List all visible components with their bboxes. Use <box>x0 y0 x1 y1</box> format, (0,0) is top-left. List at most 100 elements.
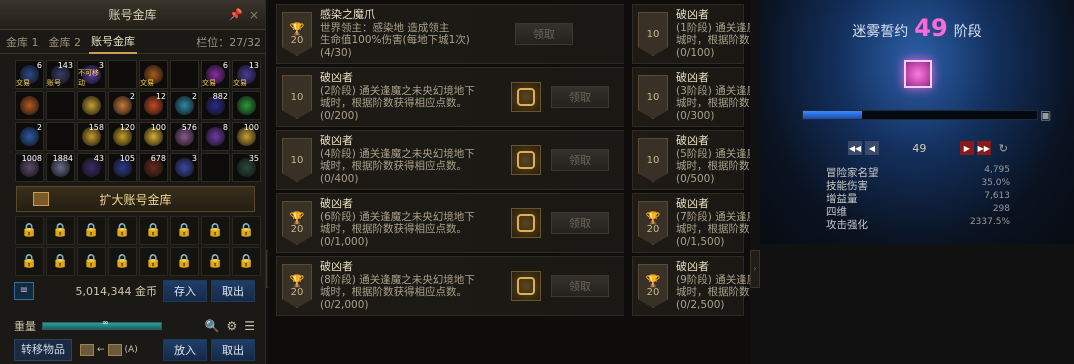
achievement-row: 10 破凶者 (2阶段) 通关逢魔之未央幻境地下 城时，根据阶数获得相应点数。 (0/2… <box>276 67 626 127</box>
expand-storage-button[interactable]: 扩大账号金库 <box>16 186 255 212</box>
item-slot[interactable] <box>201 153 230 182</box>
item-slot[interactable]: 3 <box>170 153 199 182</box>
item-slot[interactable]: 882 <box>201 91 230 120</box>
item-slot[interactable]: 6 交易 <box>201 60 230 89</box>
item-slot[interactable]: 13 交易 <box>232 60 261 89</box>
reward-emblem-icon <box>511 208 541 238</box>
item-count: 100 <box>150 123 166 132</box>
tab-storage-1[interactable]: 金库 1 <box>4 31 41 53</box>
item-count: 105 <box>119 154 135 163</box>
level-value: 49 <box>912 141 927 155</box>
item-slot[interactable]: 100 <box>139 122 168 151</box>
achievement-line: 城时，根据阶数获得相应点数。 <box>676 160 750 172</box>
stat-row: 冒险家名望 4,795 <box>826 165 1010 179</box>
item-icon <box>20 96 39 115</box>
item-slot[interactable]: 576 <box>170 122 199 151</box>
swap-control[interactable]: ← (A) <box>80 344 138 356</box>
item-slot[interactable] <box>15 91 44 120</box>
item-slot[interactable]: 2 <box>108 91 137 120</box>
item-slot[interactable]: 120 <box>108 122 137 151</box>
achievement-text: 感染之魔爪 世界领主：感染地 造成领主 生命值100%伤害(每地下城1次) (4/30… <box>320 8 505 59</box>
item-slot[interactable]: 143 账号 <box>46 60 75 89</box>
achievement-line: (0/200) <box>320 109 359 122</box>
item-slot[interactable]: 1884 <box>46 153 75 182</box>
achievement-row: 🏆 20 感染之魔爪 世界领主：感染地 造成领主 生命值100%伤害(每地下城1次) (4… <box>276 4 626 315</box>
item-slot[interactable] <box>232 91 261 120</box>
item-slot[interactable]: 43 <box>77 153 106 182</box>
item-slot[interactable]: 2 <box>15 122 44 151</box>
achievement-line: 城时，根据阶数获得相应点数。 <box>320 286 467 298</box>
stat-value: 298 <box>992 204 1010 214</box>
item-slot[interactable]: 2 <box>170 91 199 120</box>
close-icon[interactable]: × <box>249 0 259 30</box>
claim-button[interactable]: 领取 <box>551 212 609 234</box>
claim-button[interactable]: 领取 <box>515 23 573 45</box>
storage-icon[interactable]: ≡ <box>14 282 34 300</box>
achievement-line: 城时，根据阶数获得相应点数。 <box>320 97 467 109</box>
search-icon[interactable]: 🔍 <box>205 319 220 333</box>
item-slot[interactable] <box>170 60 199 89</box>
item-tag: 不可移动 <box>78 69 99 87</box>
achievement-text: 破凶者 (2阶段) 通关逢魔之未央幻境地下 城时，根据阶数获得相应点数。 (0/200… <box>320 71 505 122</box>
achievement-text: 破凶者 (8阶段) 通关逢魔之未央幻境地下 城时，根据阶数获得相应点数。 (0/2,0… <box>320 260 505 311</box>
achievement-row: 🏆 20 破凶者 (8阶段) 通关逢魔之未央幻境地下 城时，根据阶数获得相应点数。 (0/… <box>276 256 626 316</box>
item-slot[interactable] <box>46 91 75 120</box>
item-slot[interactable]: 交易 <box>139 60 168 89</box>
item-slot[interactable]: 3 不可移动 <box>77 60 106 89</box>
item-slot[interactable] <box>46 122 75 151</box>
trophy-icon: 🏆 <box>645 210 661 225</box>
item-slot[interactable]: 12 <box>139 91 168 120</box>
achievement-row: 10 破凶者(3阶段) 通关逢魔之未央幻境地下城时，根据阶数获得相应点数。(0/3… <box>632 67 750 127</box>
achievement-text: 破凶者(7阶段) 通关逢魔之未央幻境地下城时，根据阶数获得相应点数。(0/1,5… <box>676 197 750 248</box>
item-slot[interactable] <box>77 91 106 120</box>
first-level-button[interactable]: ◀◀ <box>848 141 862 155</box>
withdraw-button[interactable]: 取出 <box>211 280 255 302</box>
oath-stats: 冒险家名望 4,795 技能伤害 35.0% 增益量 7,613 四维 298 攻击强化 2337… <box>826 165 1010 231</box>
tab-storage-2[interactable]: 金库 2 <box>47 31 84 53</box>
item-slot[interactable]: 678 <box>139 153 168 182</box>
achievement-title: 破凶者 <box>320 197 353 210</box>
item-count: 13 <box>248 61 259 70</box>
item-slot[interactable]: 100 <box>232 122 261 151</box>
claim-button[interactable]: 领取 <box>551 86 609 108</box>
achievement-line: (0/500) <box>676 172 715 185</box>
claim-button[interactable]: 领取 <box>551 275 609 297</box>
list-icon[interactable]: ☰ <box>244 319 255 333</box>
badge-points: 10 <box>646 91 660 103</box>
achievement-title: 感染之魔爪 <box>320 8 375 21</box>
item-slot[interactable]: 158 <box>77 122 106 151</box>
refresh-icon[interactable]: ↻ <box>999 142 1008 155</box>
transfer-items-button[interactable]: 转移物品 <box>14 339 72 361</box>
item-slot[interactable]: 35 <box>232 153 261 182</box>
tab-account-storage[interactable]: 账号金库 <box>89 30 137 54</box>
last-level-button[interactable]: ▶▶ <box>976 141 991 155</box>
deposit-button[interactable]: 存入 <box>163 280 207 302</box>
put-in-button[interactable]: 放入 <box>163 339 207 361</box>
panel-title-text: 账号金库 <box>108 8 157 22</box>
item-slot[interactable]: 6 交易 <box>15 60 44 89</box>
item-slot[interactable] <box>108 60 137 89</box>
item-slot[interactable]: 105 <box>108 153 137 182</box>
item-tag: 账号 <box>47 79 61 87</box>
item-count: 3 <box>191 154 197 163</box>
claim-button[interactable]: 领取 <box>551 149 609 171</box>
pin-icon[interactable]: 📌 <box>229 0 243 30</box>
gear-icon[interactable]: ⚙ <box>226 319 237 333</box>
achievement-title: 破凶者 <box>676 197 709 210</box>
stat-name: 冒险家名望 <box>826 167 879 179</box>
next-level-button[interactable]: ▶ <box>959 141 974 155</box>
level-control: ◀◀ ◀ 49 ▶ ▶▶ ↻ <box>848 140 1008 156</box>
emblem-glyph <box>517 277 535 295</box>
item-count: 143 <box>57 61 73 70</box>
badge-points: 10 <box>646 28 660 40</box>
item-count: 1008 <box>21 154 42 163</box>
item-slot[interactable]: 8 <box>201 122 230 151</box>
prev-level-button[interactable]: ◀ <box>865 141 879 155</box>
right-collapse-handle[interactable]: › <box>750 250 760 288</box>
achievement-text: 破凶者 (4阶段) 通关逢魔之未央幻境地下 城时，根据阶数获得相应点数。 (0/400… <box>320 134 505 185</box>
take-out-button[interactable]: 取出 <box>211 339 255 361</box>
treasure-chest-icon[interactable]: ▣ <box>1040 108 1060 124</box>
item-count: 2 <box>36 123 42 132</box>
item-slot[interactable]: 1008 <box>15 153 44 182</box>
badge-points: 20 <box>646 286 660 298</box>
